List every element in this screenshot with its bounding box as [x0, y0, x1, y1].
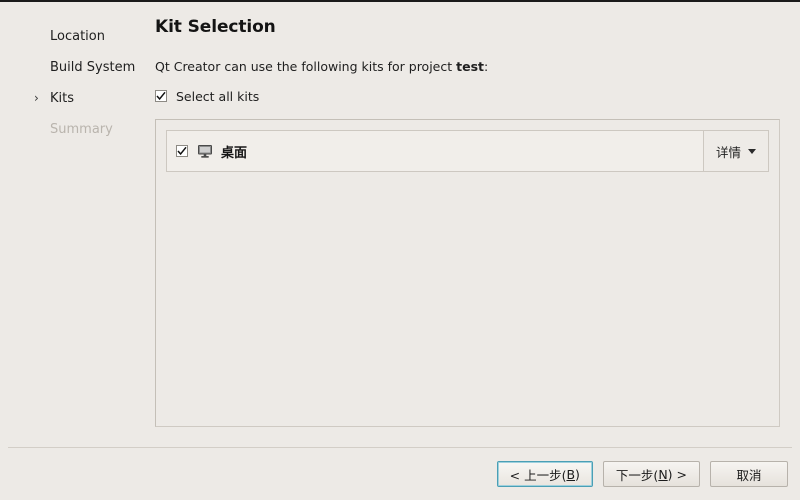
step-marker-icon — [34, 57, 44, 78]
cancel-button[interactable]: 取消 — [710, 461, 788, 487]
sidebar-item-kits[interactable]: › Kits — [0, 88, 150, 109]
project-name: test — [456, 59, 484, 74]
select-all-kits-checkbox[interactable] — [155, 90, 167, 102]
kit-list-item[interactable]: 桌面 详情 — [166, 130, 769, 172]
select-all-kits-label: Select all kits — [176, 88, 260, 104]
kit-checkbox[interactable] — [176, 145, 188, 157]
next-button-text-before: 下一步( — [615, 467, 659, 483]
next-button-text-after: ) > — [667, 466, 687, 482]
sidebar-item-build-system[interactable]: Build System — [0, 57, 150, 78]
checkmark-icon — [156, 91, 166, 101]
step-marker-icon — [34, 26, 44, 47]
kit-details-label: 详情 — [715, 144, 741, 160]
kit-details-button[interactable]: 详情 — [702, 131, 768, 171]
next-button-accelerator: N — [658, 466, 668, 482]
back-button-text-before: < 上一步( — [509, 467, 567, 483]
back-button-accelerator: B — [566, 466, 576, 482]
desktop-monitor-icon — [198, 145, 212, 158]
back-button[interactable]: < 上一步(B) — [496, 461, 593, 487]
page-title: Kit Selection — [155, 17, 276, 37]
intro-text: Qt Creator can use the following kits fo… — [155, 59, 780, 74]
cancel-button-label: 取消 — [736, 467, 762, 483]
main-content: Kit Selection Qt Creator can use the fol… — [150, 2, 800, 447]
select-all-kits-row[interactable]: Select all kits — [155, 87, 780, 105]
chevron-right-icon: › — [34, 91, 39, 105]
wizard-step-sidebar: Location Build System › Kits Summary — [0, 2, 150, 447]
kit-list-item-main[interactable]: 桌面 — [167, 131, 703, 171]
step-marker-icon — [34, 119, 44, 140]
kit-selection-wizard-dialog: Location Build System › Kits Summary Kit… — [0, 0, 800, 500]
intro-prefix: Qt Creator can use the following kits fo… — [155, 59, 457, 74]
sidebar-item-label: Location — [50, 29, 105, 44]
sidebar-item-label: Kits — [50, 91, 75, 106]
sidebar-item-summary: Summary — [0, 119, 150, 140]
back-button-text-after: ) — [575, 466, 580, 482]
sidebar-item-location[interactable]: Location — [0, 26, 150, 47]
sidebar-item-label: Summary — [50, 122, 113, 137]
kit-list-panel: 桌面 详情 — [155, 119, 780, 427]
checkmark-icon — [177, 146, 187, 156]
intro-suffix: : — [484, 59, 489, 74]
next-button[interactable]: 下一步(N) > — [602, 461, 700, 487]
chevron-down-icon — [748, 148, 756, 154]
kit-name-label: 桌面 — [221, 145, 248, 161]
sidebar-item-label: Build System — [50, 60, 136, 75]
dialog-body: Location Build System › Kits Summary Kit… — [0, 2, 800, 447]
dialog-footer: < 上一步(B) 下一步(N) > 取消 — [0, 448, 800, 500]
